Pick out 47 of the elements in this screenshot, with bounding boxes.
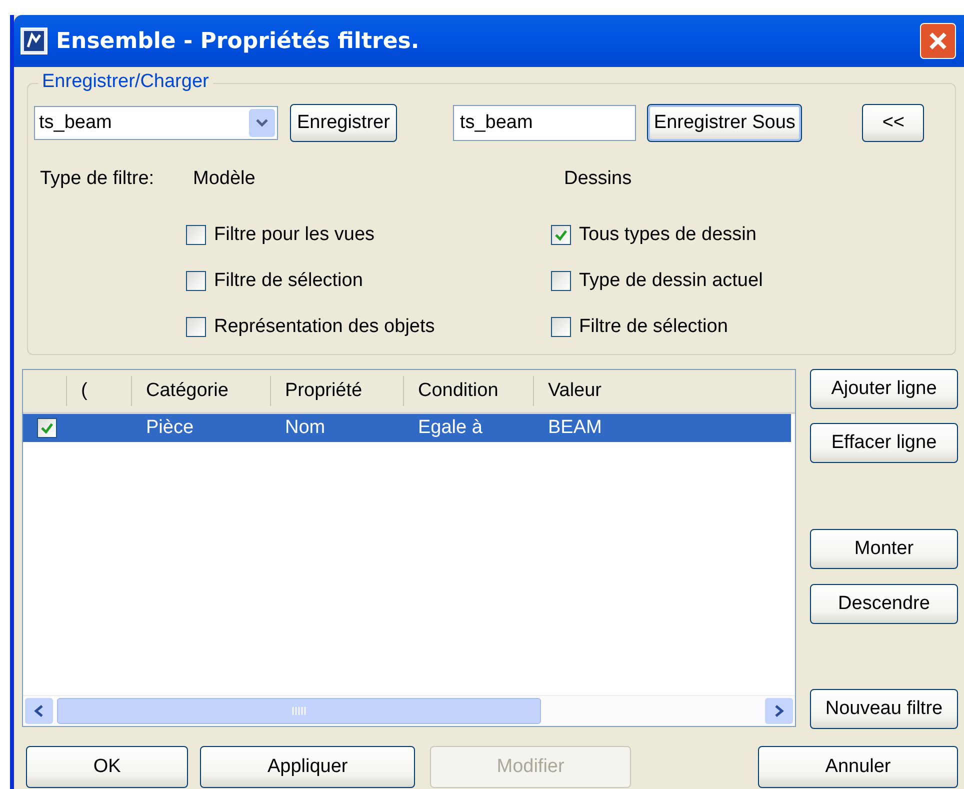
table-cell-text: Nom	[284, 417, 326, 439]
close-button[interactable]	[920, 23, 956, 59]
side-button[interactable]: Nouveau filtre	[810, 689, 958, 729]
group-legend: Enregistrer/Charger	[38, 71, 213, 93]
row-checkbox[interactable]	[37, 418, 57, 438]
column-header[interactable]: (	[67, 376, 132, 406]
chevron-right-icon	[773, 704, 785, 718]
horizontal-scrollbar[interactable]	[23, 695, 795, 726]
table-cell-text: BEAM	[547, 417, 603, 439]
scroll-left-button[interactable]	[25, 698, 53, 724]
filter-type-label: Type de filtre:	[39, 168, 156, 191]
column-header[interactable]: Propriété	[271, 376, 404, 406]
side-button[interactable]: Ajouter ligne	[810, 369, 958, 409]
checkbox-option[interactable]: Filtre pour les vues	[186, 212, 551, 258]
save-button[interactable]: Enregistrer	[290, 104, 397, 142]
dialog-button[interactable]: Annuler	[758, 746, 958, 788]
collapse-button[interactable]: <<	[862, 104, 924, 142]
table-cell-text: Egale à	[417, 417, 484, 439]
save-as-button[interactable]: Enregistrer Sous	[646, 104, 802, 142]
check-icon	[554, 228, 568, 242]
table-cell-text: Pièce	[145, 417, 195, 439]
checkbox-option[interactable]: Filtre de sélection	[551, 304, 763, 350]
check-icon	[40, 421, 54, 435]
checkbox-option[interactable]: Filtre de sélection	[186, 258, 551, 304]
column-header[interactable]: Catégorie	[132, 376, 271, 406]
app-icon	[20, 27, 48, 55]
side-button[interactable]: Effacer ligne	[810, 423, 958, 463]
scroll-right-button[interactable]	[765, 698, 793, 724]
checkbox-option[interactable]: Tous types de dessin	[551, 212, 763, 258]
checkbox-option[interactable]: Représentation des objets	[186, 304, 551, 350]
scroll-thumb[interactable]	[57, 698, 541, 724]
side-button[interactable]: Monter	[810, 529, 958, 569]
grid-row[interactable]: Pièce Nom Egale à BEAM	[23, 414, 791, 442]
grip-icon	[291, 706, 307, 716]
side-button[interactable]: Descendre	[810, 584, 958, 624]
drawings-heading: Dessins	[564, 168, 633, 190]
model-heading: Modèle	[193, 168, 256, 190]
name-field[interactable]: ts_beam	[452, 105, 636, 141]
chevron-down-icon	[255, 118, 269, 128]
window-title: Ensemble - Propriétés filtres.	[56, 28, 420, 54]
chevron-left-icon	[33, 704, 45, 718]
column-header[interactable]: Condition	[404, 376, 534, 406]
checkbox-option[interactable]: Type de dessin actuel	[551, 258, 763, 304]
dialog-button[interactable]: OK	[26, 746, 188, 788]
column-header[interactable]: Valeur	[534, 376, 784, 406]
dialog-button[interactable]: Appliquer	[200, 746, 416, 788]
preset-dropdown[interactable]: ts_beam	[34, 106, 278, 140]
